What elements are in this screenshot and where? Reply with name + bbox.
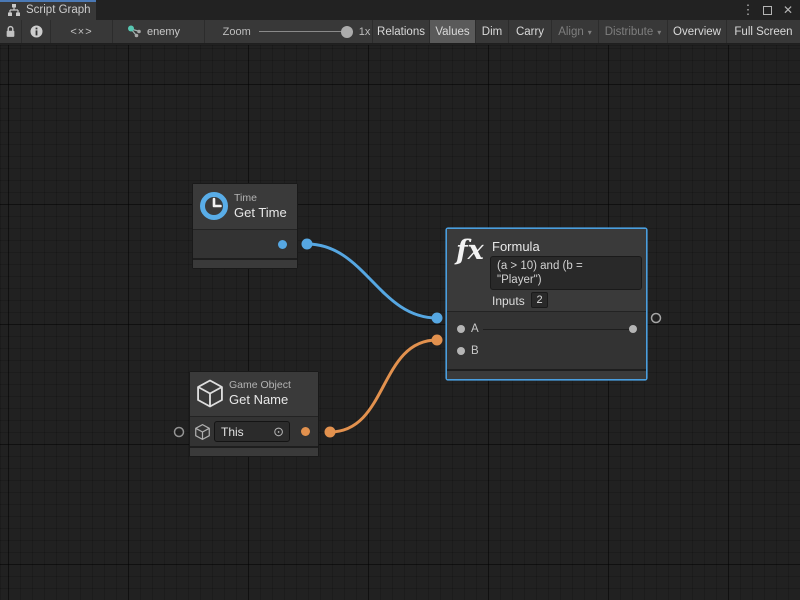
- getname-target-port-outer[interactable]: [175, 428, 184, 437]
- expression-line-2: "Player"): [497, 273, 635, 287]
- tab-title: Script Graph: [26, 4, 91, 16]
- lock-icon: [5, 25, 16, 38]
- graph-toolbar: <×> enemy Zoom 1x Relations Values Dim C…: [0, 20, 800, 44]
- graph-icon: [127, 25, 142, 38]
- target-object-value: This: [215, 425, 273, 439]
- lock-button[interactable]: [0, 20, 22, 43]
- cube-icon-small: [195, 424, 210, 440]
- formula-output-port[interactable]: [629, 325, 637, 333]
- script-graph-window: Script Graph ⋮ ✕ <×>: [0, 0, 800, 600]
- graph-picker[interactable]: enemy: [113, 20, 205, 43]
- node-get-time[interactable]: Time Get Time: [192, 183, 298, 269]
- zoom-control: Zoom 1x: [205, 20, 372, 43]
- close-button[interactable]: ✕: [778, 0, 798, 20]
- code-view-button[interactable]: <×>: [51, 20, 113, 43]
- values-button[interactable]: Values: [429, 20, 475, 43]
- wire-endpoint-formula-b[interactable]: [432, 335, 443, 346]
- node-get-name[interactable]: Game Object Get Name This ⊙: [189, 371, 319, 457]
- value-connection-line: [483, 329, 629, 330]
- carry-button[interactable]: Carry: [508, 20, 551, 43]
- node-footer: [447, 369, 646, 379]
- node-title: Get Name: [229, 392, 288, 407]
- info-button[interactable]: [22, 20, 51, 43]
- graph-hierarchy-icon: [7, 4, 21, 16]
- info-icon: [30, 25, 43, 38]
- node-body: A B: [447, 311, 646, 369]
- node-title: Formula: [492, 239, 540, 254]
- formula-fx-icon: fx: [456, 235, 484, 266]
- node-category: Game Object: [229, 379, 291, 391]
- wire-endpoint-time-output[interactable]: [302, 239, 313, 250]
- toolbar-toggle-group: Relations Values Dim Carry Align▾ Distri…: [372, 20, 800, 43]
- time-output-port[interactable]: [278, 240, 287, 249]
- tab-script-graph[interactable]: Script Graph: [0, 0, 96, 20]
- relations-button[interactable]: Relations: [372, 20, 429, 43]
- cube-icon: [197, 379, 223, 408]
- formula-input-a-port[interactable]: [457, 325, 465, 333]
- overview-button[interactable]: Overview: [667, 20, 726, 43]
- zoom-label: Zoom: [223, 26, 251, 38]
- wire-getname-to-formula-b[interactable]: [330, 340, 437, 432]
- node-category: Time: [234, 192, 257, 204]
- title-bar: Script Graph ⋮ ✕: [0, 0, 800, 20]
- target-object-field[interactable]: This ⊙: [214, 421, 290, 442]
- code-icon: <×>: [70, 26, 92, 38]
- wire-layer: [0, 45, 800, 600]
- formula-output-port-outer[interactable]: [652, 314, 661, 323]
- chevron-down-icon: ▾: [657, 28, 661, 37]
- object-picker-icon[interactable]: ⊙: [273, 425, 289, 438]
- zoom-value: 1x: [359, 26, 371, 38]
- window-menu-icon[interactable]: ⋮: [740, 0, 756, 20]
- getname-output-port[interactable]: [301, 427, 310, 436]
- node-formula[interactable]: fx Formula (a > 10) and (b = "Player") I…: [446, 228, 647, 380]
- node-header: Game Object Get Name: [190, 372, 318, 416]
- node-body: This ⊙: [190, 416, 318, 446]
- graph-name: enemy: [147, 26, 180, 38]
- zoom-slider-handle[interactable]: [341, 26, 353, 38]
- align-dropdown[interactable]: Align▾: [551, 20, 598, 43]
- expression-line-1: (a > 10) and (b =: [497, 259, 635, 273]
- inputs-label: Inputs: [492, 294, 525, 308]
- dim-button[interactable]: Dim: [475, 20, 508, 43]
- fullscreen-button[interactable]: Full Screen: [726, 20, 800, 43]
- wire-time-to-formula-a[interactable]: [307, 244, 437, 318]
- graph-canvas[interactable]: Time Get Time fx Formula (a > 10) and (b…: [0, 45, 800, 600]
- port-label-b: B: [471, 345, 479, 357]
- node-footer: [193, 258, 297, 268]
- maximize-icon: [763, 6, 772, 15]
- wire-endpoint-formula-a[interactable]: [432, 313, 443, 324]
- wire-endpoint-getname-output[interactable]: [325, 427, 336, 438]
- inputs-count-field[interactable]: 2: [531, 292, 548, 308]
- node-body: [193, 229, 297, 258]
- formula-input-b-port[interactable]: [457, 347, 465, 355]
- chevron-down-icon: ▾: [588, 28, 592, 37]
- port-label-a: A: [471, 323, 479, 335]
- node-footer: [190, 446, 318, 456]
- active-tab-accent: [0, 0, 96, 2]
- maximize-button[interactable]: [758, 0, 776, 20]
- node-header: fx Formula (a > 10) and (b = "Player") I…: [447, 229, 646, 311]
- formula-expression-input[interactable]: (a > 10) and (b = "Player"): [490, 256, 642, 290]
- distribute-dropdown[interactable]: Distribute▾: [598, 20, 667, 43]
- clock-icon: [199, 191, 229, 221]
- zoom-slider[interactable]: [259, 31, 351, 32]
- node-title: Get Time: [234, 205, 287, 220]
- node-header: Time Get Time: [193, 184, 297, 229]
